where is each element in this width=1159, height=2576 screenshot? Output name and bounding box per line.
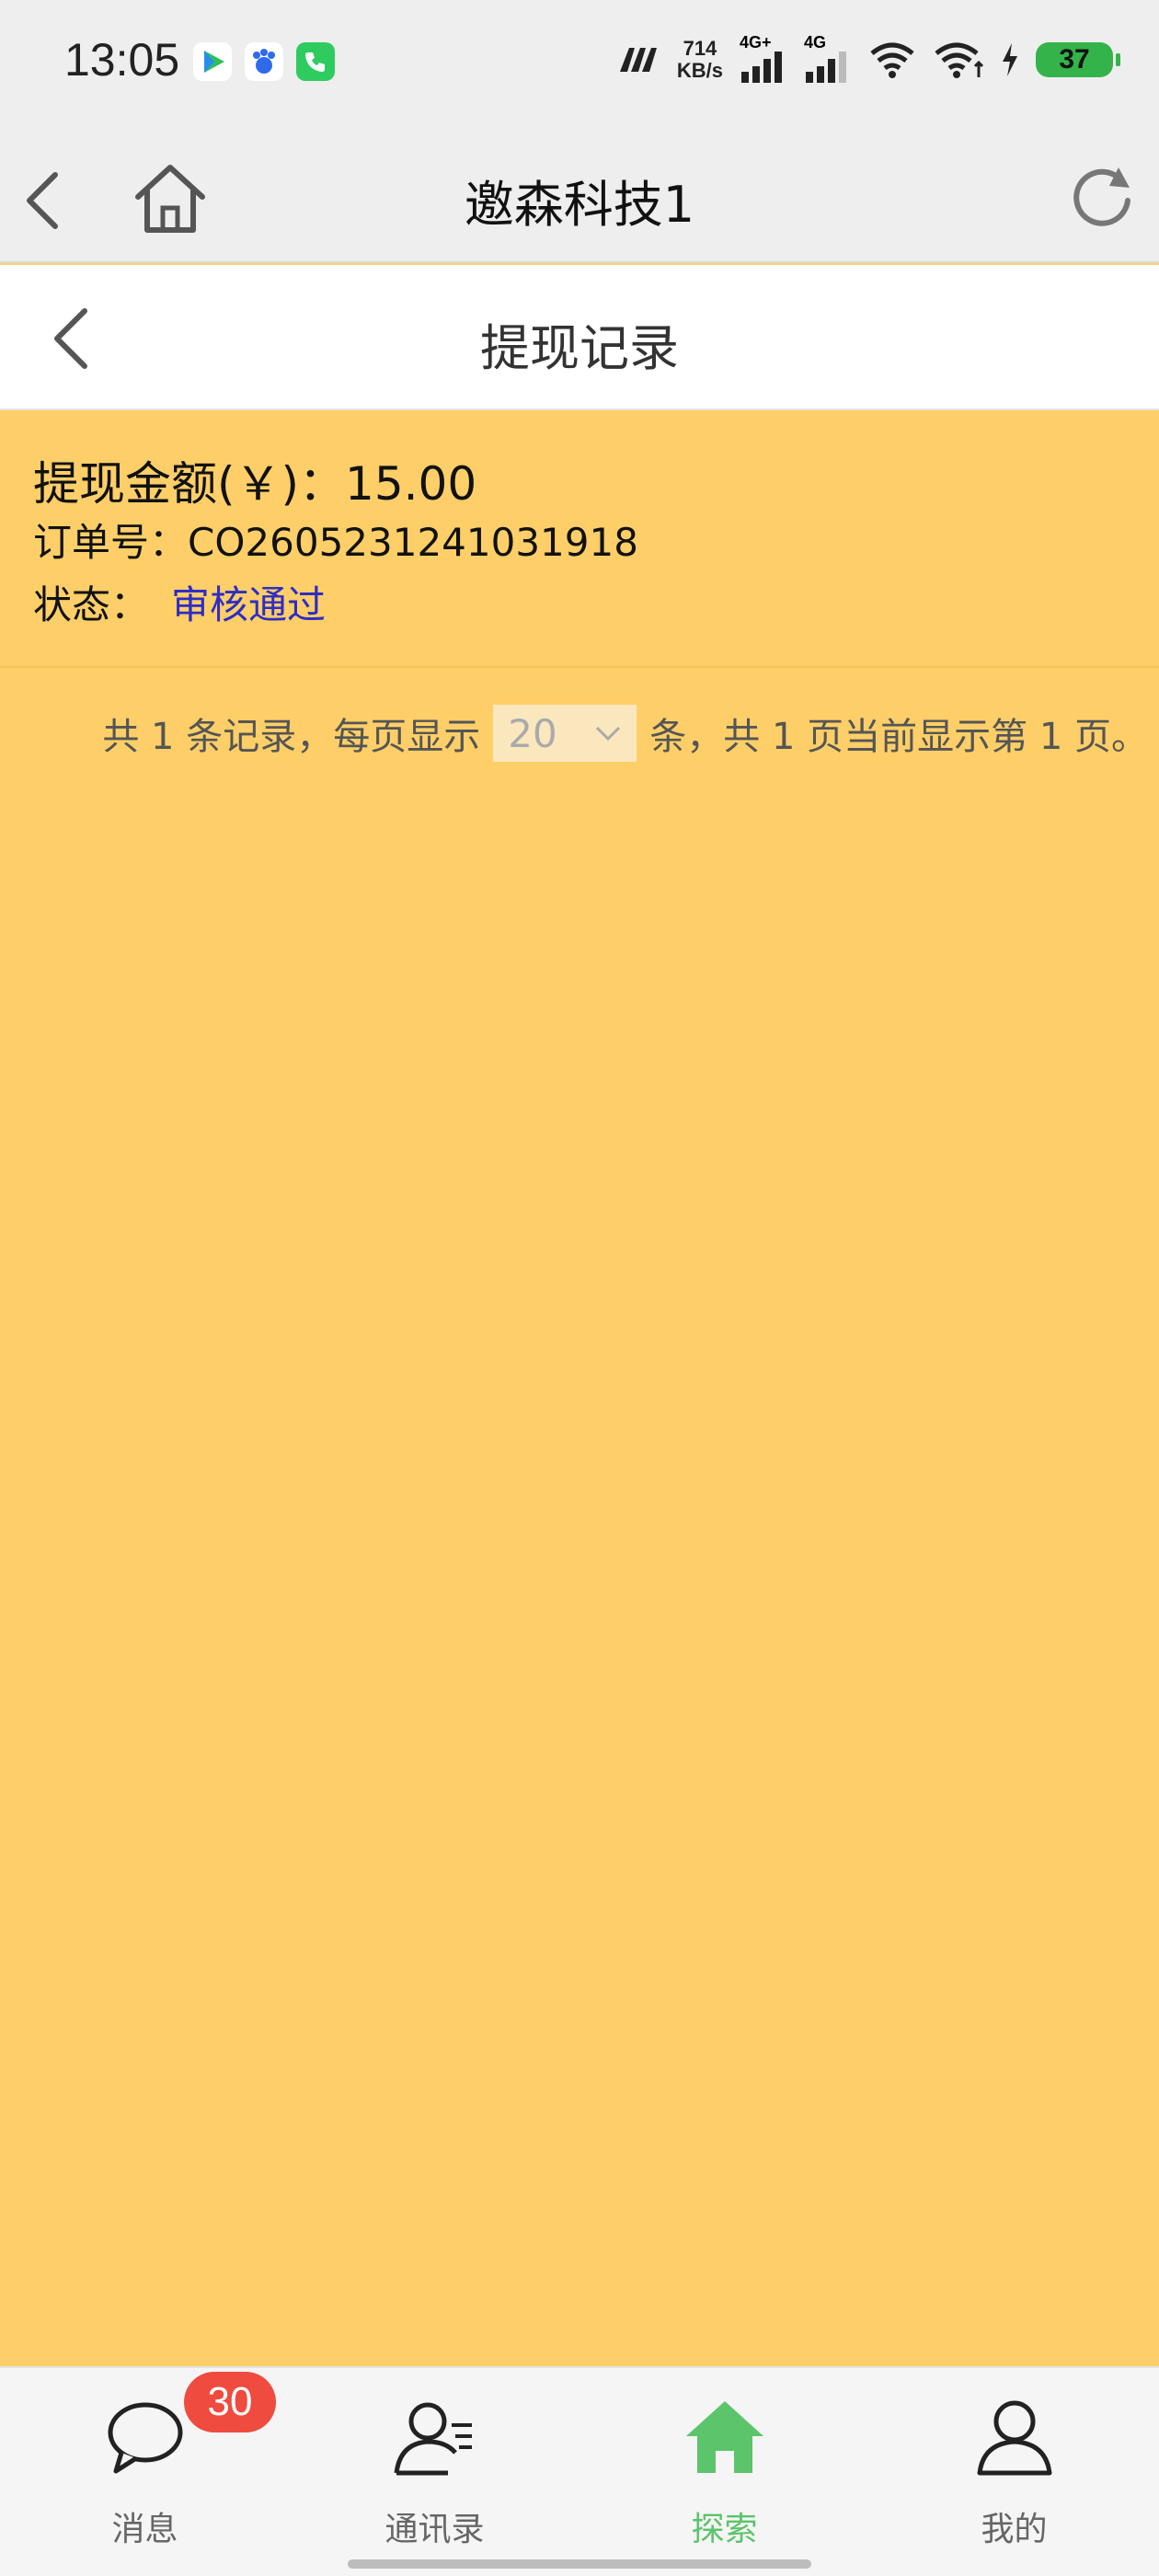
- order-value: CO2605231241031918: [188, 520, 638, 565]
- order-label: 订单号：: [33, 520, 189, 565]
- home-filled-icon: [685, 2401, 763, 2473]
- chevron-down-icon: [596, 726, 621, 742]
- page-title: 提现记录: [480, 319, 679, 377]
- page-size-value: 20: [508, 710, 557, 756]
- withdraw-amount: 提现金额(￥)：15.00: [33, 457, 477, 511]
- status-time: 13:05: [64, 34, 180, 86]
- pagination-prefix: 共 1 条记录，每页显示: [102, 716, 481, 758]
- nav-label: 通讯录: [384, 2511, 485, 2548]
- page-size-select[interactable]: 20: [493, 705, 637, 762]
- signal-4g-plus: 4G+: [740, 33, 787, 83]
- nav-label: 我的: [981, 2511, 1048, 2548]
- status-label: 状态：: [33, 582, 150, 627]
- pagination-suffix: 条，共 1 页当前显示第 1 页。: [649, 716, 1148, 758]
- signal-icon: [806, 52, 846, 83]
- home-indicator[interactable]: [348, 2559, 811, 2569]
- nav-label: 消息: [111, 2511, 178, 2548]
- app-bar: 邀森科技1: [0, 129, 1159, 263]
- withdraw-record[interactable]: 提现金额(￥)：15.00 订单号：CO2605231241031918 状态：…: [0, 410, 1159, 668]
- net-speed-unit: KB/s: [676, 59, 723, 82]
- battery-indicator: 37: [1036, 42, 1120, 77]
- nav-label: 探索: [691, 2511, 758, 2548]
- user-icon: [977, 2400, 1051, 2476]
- status-value: 审核通过: [171, 582, 327, 627]
- net-speed-value: 714: [683, 37, 717, 60]
- refresh-icon[interactable]: [1063, 158, 1141, 236]
- phone-app-icon: [296, 42, 335, 81]
- page-header: 提现记录: [0, 265, 1159, 410]
- screen: 13:05 714 KB/s 4G+ 4G 37 邀森科技1 提现记录 提现金额…: [0, 0, 1159, 2576]
- nav-item-mine[interactable]: 我的: [869, 2368, 1159, 2576]
- nav-item-contacts[interactable]: 通讯录: [290, 2368, 580, 2576]
- signal-icon: [741, 52, 782, 83]
- bottom-nav: 30 消息 通讯录 探索 我的: [0, 2366, 1159, 2576]
- baidu-app-icon: [245, 42, 283, 81]
- nav-item-messages[interactable]: 30 消息: [0, 2368, 290, 2576]
- unread-badge: 30: [184, 2372, 276, 2432]
- mi-icon: [619, 48, 657, 72]
- wifi-icon: [870, 42, 914, 78]
- nav-item-explore[interactable]: 探索: [580, 2368, 869, 2576]
- notification-icons: [193, 42, 335, 81]
- record-status: 状态： 审核通过: [33, 574, 326, 630]
- net-speed: 714 KB/s: [677, 38, 723, 82]
- contacts-icon: [394, 2402, 472, 2476]
- charging-icon: [1003, 43, 1017, 76]
- app-title: 邀森科技1: [464, 176, 695, 234]
- wifi-icon: [935, 42, 984, 78]
- order-number: 订单号：CO2605231241031918: [33, 512, 638, 568]
- pagination: 共 1 条记录，每页显示 20 条，共 1 页当前显示第 1 页。: [0, 701, 1159, 765]
- play-app-icon: [193, 42, 232, 81]
- chat-bubble-icon: [108, 2402, 182, 2474]
- status-bar: 13:05 714 KB/s 4G+ 4G 37: [0, 0, 1159, 129]
- signal-4g: 4G: [804, 33, 852, 83]
- status-right: 714 KB/s 4G+ 4G 37: [616, 33, 1120, 83]
